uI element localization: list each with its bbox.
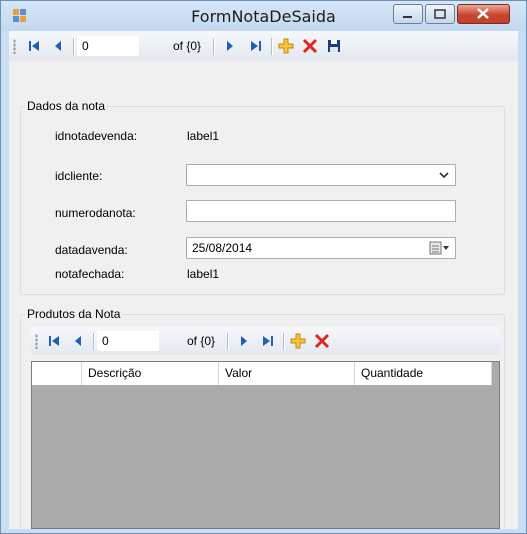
move-last-button[interactable] xyxy=(245,36,267,56)
produtos-nota-legend: Produtos da Nota xyxy=(27,307,121,321)
toolbar-separator xyxy=(213,38,214,55)
dropdown-arrow-icon xyxy=(439,172,449,179)
maximize-icon xyxy=(434,9,446,19)
idnotadevenda-label: idnotadevenda: xyxy=(55,129,138,143)
move-next-button[interactable] xyxy=(219,36,241,56)
add-new-icon xyxy=(278,38,294,54)
window: FormNotaDeSaida of {0} xyxy=(0,0,527,534)
numerodanota-label: numerodanota: xyxy=(55,206,136,220)
notafechada-value: label1 xyxy=(187,267,220,281)
move-previous-button[interactable] xyxy=(47,36,69,56)
move-last-icon xyxy=(263,336,273,346)
column-header-valor[interactable]: Valor xyxy=(219,362,355,385)
minimize-icon xyxy=(403,16,412,18)
datadavenda-label: datadavenda: xyxy=(55,243,128,257)
move-first-icon xyxy=(29,41,39,51)
save-button[interactable] xyxy=(323,36,345,56)
move-first-icon xyxy=(49,336,59,346)
produtos-delete-button[interactable] xyxy=(311,331,333,351)
numerodanota-input[interactable] xyxy=(186,200,456,222)
column-header-descricao[interactable]: Descrição xyxy=(82,362,219,385)
produtos-count-label: of {0} xyxy=(187,334,216,348)
form-client-area: of {0} Dados da nota idnotadevenda: xyxy=(9,31,518,529)
move-next-icon xyxy=(241,336,247,346)
close-icon xyxy=(477,8,489,19)
produtos-add-new-button[interactable] xyxy=(287,331,309,351)
delete-button[interactable] xyxy=(299,36,321,56)
idcliente-label: idcliente: xyxy=(55,169,103,183)
add-new-button[interactable] xyxy=(275,36,297,56)
toolbar-separator xyxy=(227,333,228,350)
produtos-move-last-button[interactable] xyxy=(257,331,279,351)
produtos-position-input[interactable] xyxy=(97,331,159,351)
toolbar-grip[interactable] xyxy=(13,39,16,54)
produtos-move-next-button[interactable] xyxy=(233,331,255,351)
move-last-icon xyxy=(251,41,261,51)
maximize-button[interactable] xyxy=(425,4,455,24)
toolbar-separator xyxy=(271,38,272,55)
move-previous-icon xyxy=(55,41,61,51)
close-button[interactable] xyxy=(457,4,510,24)
save-icon xyxy=(328,40,340,52)
move-first-button[interactable] xyxy=(23,36,45,56)
binding-navigator-produtos: of {0} xyxy=(31,327,500,355)
produtos-move-first-button[interactable] xyxy=(43,331,65,351)
idnotadevenda-value: label1 xyxy=(187,129,220,143)
minimize-button[interactable] xyxy=(393,4,423,24)
move-next-icon xyxy=(227,41,233,51)
add-new-icon xyxy=(290,333,306,349)
dados-nota-legend: Dados da nota xyxy=(27,99,106,113)
toolbar-separator xyxy=(93,333,94,350)
title-bar[interactable]: FormNotaDeSaida xyxy=(1,1,526,31)
row-header-corner[interactable] xyxy=(32,362,82,385)
delete-icon xyxy=(314,333,330,349)
column-header-quantidade[interactable]: Quantidade xyxy=(355,362,492,385)
calendar-icon[interactable] xyxy=(429,241,451,255)
notafechada-label: notafechada: xyxy=(55,267,125,281)
produtos-move-previous-button[interactable] xyxy=(67,331,89,351)
move-previous-icon xyxy=(75,336,81,346)
toolbar-grip[interactable] xyxy=(35,334,38,349)
toolbar-separator xyxy=(73,38,74,55)
count-label: of {0} xyxy=(173,39,202,53)
delete-icon xyxy=(302,38,318,54)
datadavenda-datepicker[interactable]: 25/08/2014 xyxy=(186,237,456,259)
idcliente-combobox[interactable] xyxy=(186,164,456,186)
toolbar-separator xyxy=(283,333,284,350)
binding-navigator-nota: of {0} xyxy=(9,31,518,61)
produtos-datagrid[interactable]: Descrição Valor Quantidade xyxy=(31,361,500,529)
grid-header: Descrição Valor Quantidade xyxy=(32,362,492,385)
position-input[interactable] xyxy=(77,36,139,56)
datadavenda-value: 25/08/2014 xyxy=(192,241,253,255)
